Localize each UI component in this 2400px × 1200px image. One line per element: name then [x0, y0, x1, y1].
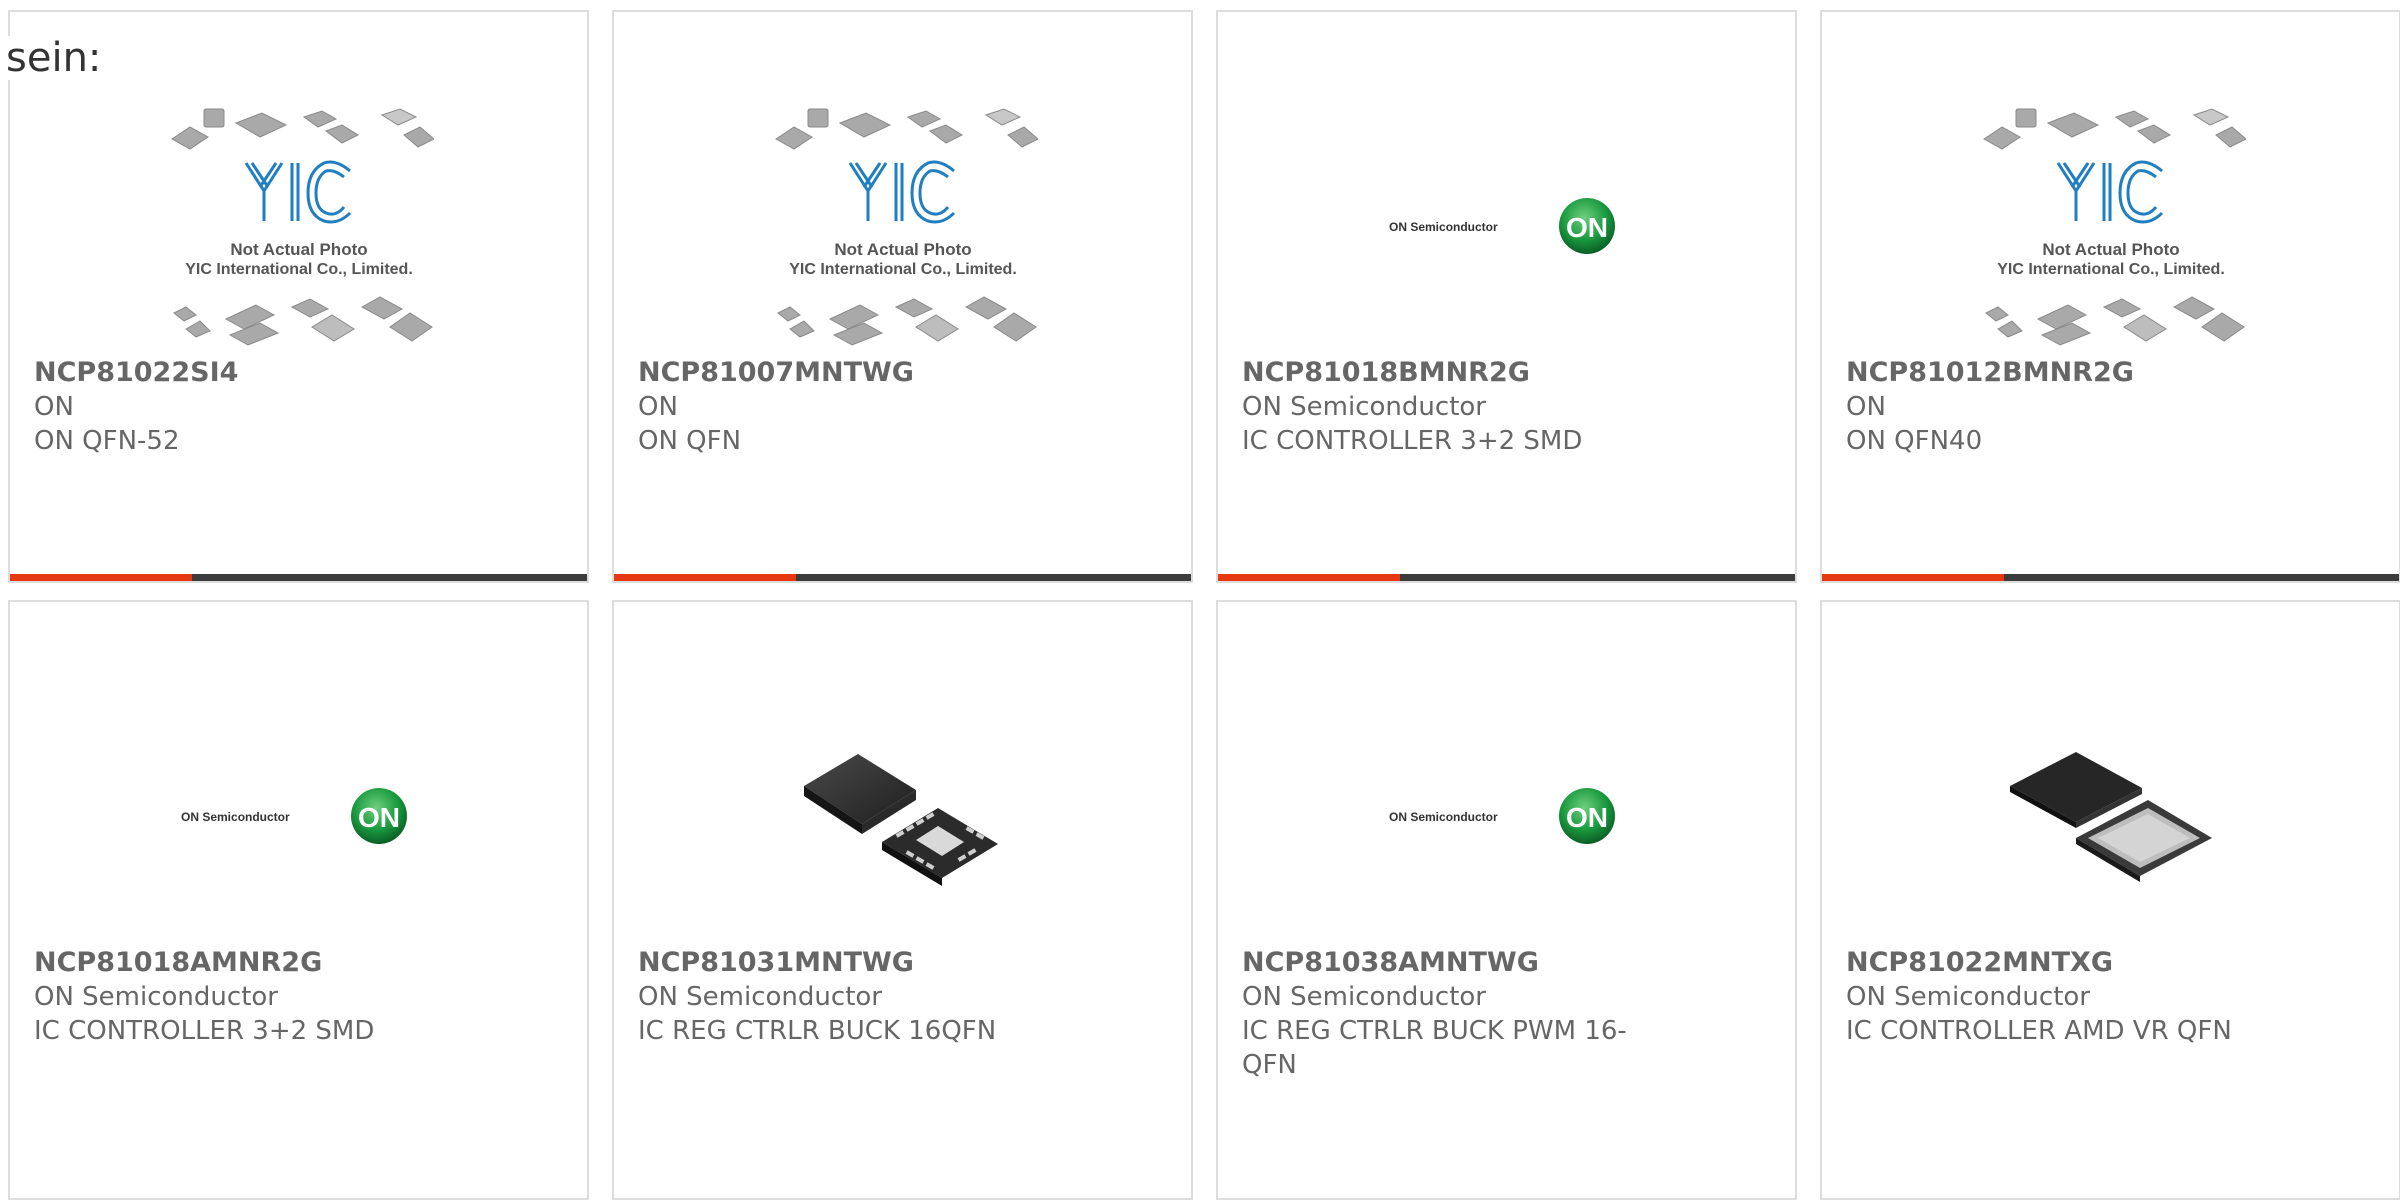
product-image[interactable]: ON Semiconductor ON	[1218, 90, 1795, 362]
placeholder-line1: Not Actual Photo	[834, 240, 971, 259]
product-image[interactable]	[614, 680, 1191, 952]
product-card[interactable]: NCP81031MNTWG ON Semiconductor IC REG CTRL…	[612, 600, 1193, 1200]
product-info: NCP81022SI4 ON ON QFN-52	[34, 356, 427, 458]
product-info: NCP81038AMNTWG ON Semiconductor IC REG CTR…	[1242, 946, 1635, 1082]
on-wordmark: ON Semiconductor	[1389, 810, 1498, 824]
card-hover-bar	[614, 574, 1191, 581]
product-info: NCP81022MNTXG ON Semiconductor IC CONTROLL…	[1846, 946, 2239, 1048]
on-badge-text: ON	[358, 802, 400, 833]
part-number[interactable]: NCP81018BMNR2G	[1242, 356, 1635, 390]
manufacturer-name: ON	[1846, 392, 1886, 422]
product-description: IC REG CTRLR BUCK 16QFN	[638, 1016, 997, 1046]
product-image[interactable]: Not Actual Photo YIC International Co., …	[614, 90, 1191, 362]
product-card[interactable]: Not Actual Photo YIC International Co., …	[1820, 10, 2400, 583]
placeholder-line1: Not Actual Photo	[2042, 240, 2179, 259]
product-card[interactable]: ON Semiconductor ON NCP81018AMNR2G ON Sem…	[8, 600, 589, 1200]
card-hover-bar	[1822, 574, 2399, 581]
part-number[interactable]: NCP81022MNTXG	[1846, 946, 2239, 980]
product-info: NCP81012BMNR2G ON ON QFN40	[1846, 356, 2239, 458]
product-card[interactable]: Not Actual Photo YIC International Co., …	[612, 10, 1193, 583]
manufacturer-name: ON Semiconductor	[34, 982, 278, 1012]
part-number[interactable]: NCP81018AMNR2G	[34, 946, 427, 980]
product-card[interactable]: Not Actual Photo YIC International Co., …	[8, 10, 589, 583]
product-description: IC CONTROLLER 3+2 SMD	[1242, 426, 1583, 456]
product-info: NCP81018BMNR2G ON Semiconductor IC CONTROL…	[1242, 356, 1635, 458]
product-info: NCP81018AMNR2G ON Semiconductor IC CONTROL…	[34, 946, 427, 1048]
product-image[interactable]: ON Semiconductor ON	[10, 680, 587, 952]
product-description: IC CONTROLLER AMD VR QFN	[1846, 1016, 2232, 1046]
placeholder-line2: YIC International Co., Limited.	[185, 261, 413, 278]
product-image[interactable]: Not Actual Photo YIC International Co., …	[1822, 90, 2399, 362]
product-info: NCP81007MNTWG ON ON QFN	[638, 356, 1031, 458]
product-info: NCP81031MNTWG ON Semiconductor IC REG CTRL…	[638, 946, 1031, 1048]
manufacturer-name: ON Semiconductor	[1846, 982, 2090, 1012]
product-image[interactable]	[1822, 680, 2399, 952]
product-description: IC REG CTRLR BUCK PWM 16-QFN	[1242, 1016, 1627, 1080]
product-description: ON QFN-52	[34, 426, 180, 456]
intro-text: sein:	[6, 35, 102, 81]
manufacturer-name: ON Semiconductor	[638, 982, 882, 1012]
placeholder-line1: Not Actual Photo	[230, 240, 367, 259]
on-badge-text: ON	[1566, 212, 1608, 243]
card-hover-bar-accent	[1822, 574, 2004, 581]
part-number[interactable]: NCP81007MNTWG	[638, 356, 1031, 390]
product-image[interactable]: Not Actual Photo YIC International Co., …	[10, 90, 587, 362]
product-card[interactable]: NCP81022MNTXG ON Semiconductor IC CONTROLL…	[1820, 600, 2400, 1200]
product-card[interactable]: ON Semiconductor ON NCP81018BMNR2G ON Sem…	[1216, 10, 1797, 583]
card-hover-bar-accent	[10, 574, 192, 581]
card-hover-bar-accent	[614, 574, 796, 581]
product-card[interactable]: ON Semiconductor ON NCP81038AMNTWG ON Sem…	[1216, 600, 1797, 1200]
product-description: IC CONTROLLER 3+2 SMD	[34, 1016, 375, 1046]
manufacturer-name: ON	[34, 392, 74, 422]
placeholder-line2: YIC International Co., Limited.	[789, 261, 1017, 278]
product-description: ON QFN40	[1846, 426, 1983, 456]
part-number[interactable]: NCP81022SI4	[34, 356, 427, 390]
product-image[interactable]: ON Semiconductor ON	[1218, 680, 1795, 952]
card-hover-bar	[10, 574, 587, 581]
on-badge-text: ON	[1566, 802, 1608, 833]
part-number[interactable]: NCP81012BMNR2G	[1846, 356, 2239, 390]
manufacturer-name: ON Semiconductor	[1242, 982, 1486, 1012]
manufacturer-name: ON Semiconductor	[1242, 392, 1486, 422]
card-hover-bar	[1218, 574, 1795, 581]
placeholder-line2: YIC International Co., Limited.	[1997, 261, 2225, 278]
on-wordmark: ON Semiconductor	[1389, 220, 1498, 234]
part-number[interactable]: NCP81038AMNTWG	[1242, 946, 1635, 980]
manufacturer-name: ON	[638, 392, 678, 422]
on-wordmark: ON Semiconductor	[181, 810, 290, 824]
card-hover-bar-accent	[1218, 574, 1400, 581]
product-description: ON QFN	[638, 426, 742, 456]
part-number[interactable]: NCP81031MNTWG	[638, 946, 1031, 980]
